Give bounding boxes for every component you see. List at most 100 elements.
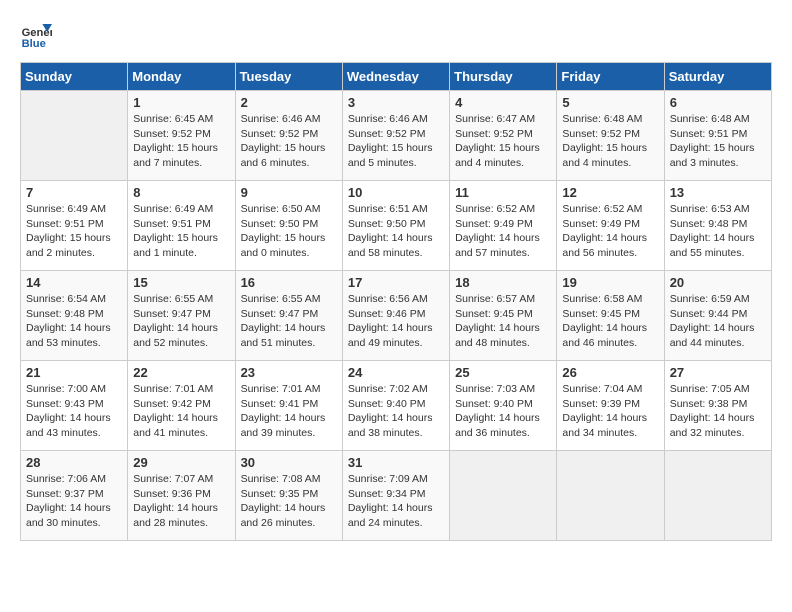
calendar-cell: 9 Sunrise: 6:50 AM Sunset: 9:50 PM Daylig… bbox=[235, 181, 342, 271]
calendar-cell: 16Sunrise: 6:55 AM Sunset: 9:47 PM Dayli… bbox=[235, 271, 342, 361]
day-info: Sunrise: 6:54 AM Sunset: 9:48 PM Dayligh… bbox=[26, 292, 122, 351]
day-info: Sunrise: 7:01 AM Sunset: 9:41 PM Dayligh… bbox=[241, 382, 337, 441]
calendar-cell: 8 Sunrise: 6:49 AM Sunset: 9:51 PM Daylig… bbox=[128, 181, 235, 271]
day-info: Sunrise: 6:49 AM Sunset: 9:51 PM Dayligh… bbox=[133, 202, 229, 261]
day-number: 26 bbox=[562, 365, 658, 380]
calendar-cell: 24Sunrise: 7:02 AM Sunset: 9:40 PM Dayli… bbox=[342, 361, 449, 451]
day-info: Sunrise: 7:05 AM Sunset: 9:38 PM Dayligh… bbox=[670, 382, 766, 441]
page-header: General Blue bbox=[20, 20, 772, 52]
day-info: Sunrise: 7:00 AM Sunset: 9:43 PM Dayligh… bbox=[26, 382, 122, 441]
calendar-cell: 6 Sunrise: 6:48 AM Sunset: 9:51 PM Daylig… bbox=[664, 91, 771, 181]
calendar-cell: 3 Sunrise: 6:46 AM Sunset: 9:52 PM Daylig… bbox=[342, 91, 449, 181]
day-number: 27 bbox=[670, 365, 766, 380]
day-number: 29 bbox=[133, 455, 229, 470]
day-number: 31 bbox=[348, 455, 444, 470]
logo-icon: General Blue bbox=[20, 20, 52, 52]
day-header-tuesday: Tuesday bbox=[235, 63, 342, 91]
day-info: Sunrise: 6:59 AM Sunset: 9:44 PM Dayligh… bbox=[670, 292, 766, 351]
calendar-cell: 25 Sunrise: 7:03 AM Sunset: 9:40 PM Dayli… bbox=[450, 361, 557, 451]
day-info: Sunrise: 7:09 AM Sunset: 9:34 PM Dayligh… bbox=[348, 472, 444, 531]
day-number: 25 bbox=[455, 365, 551, 380]
day-number: 11 bbox=[455, 185, 551, 200]
calendar-header-row: SundayMondayTuesdayWednesdayThursdayFrid… bbox=[21, 63, 772, 91]
day-info: Sunrise: 6:58 AM Sunset: 9:45 PM Dayligh… bbox=[562, 292, 658, 351]
week-row-2: 7 Sunrise: 6:49 AM Sunset: 9:51 PM Daylig… bbox=[21, 181, 772, 271]
calendar-cell: 23 Sunrise: 7:01 AM Sunset: 9:41 PM Dayli… bbox=[235, 361, 342, 451]
calendar-cell: 21Sunrise: 7:00 AM Sunset: 9:43 PM Dayli… bbox=[21, 361, 128, 451]
day-number: 5 bbox=[562, 95, 658, 110]
day-number: 23 bbox=[241, 365, 337, 380]
day-info: Sunrise: 6:52 AM Sunset: 9:49 PM Dayligh… bbox=[562, 202, 658, 261]
day-info: Sunrise: 6:49 AM Sunset: 9:51 PM Dayligh… bbox=[26, 202, 122, 261]
day-number: 22 bbox=[133, 365, 229, 380]
day-number: 4 bbox=[455, 95, 551, 110]
calendar-table: SundayMondayTuesdayWednesdayThursdayFrid… bbox=[20, 62, 772, 541]
day-number: 10 bbox=[348, 185, 444, 200]
day-info: Sunrise: 7:03 AM Sunset: 9:40 PM Dayligh… bbox=[455, 382, 551, 441]
calendar-cell: 31 Sunrise: 7:09 AM Sunset: 9:34 PM Dayli… bbox=[342, 451, 449, 541]
calendar-cell bbox=[557, 451, 664, 541]
day-number: 8 bbox=[133, 185, 229, 200]
day-number: 16 bbox=[241, 275, 337, 290]
day-header-saturday: Saturday bbox=[664, 63, 771, 91]
calendar-cell: 26 Sunrise: 7:04 AM Sunset: 9:39 PM Dayli… bbox=[557, 361, 664, 451]
day-number: 2 bbox=[241, 95, 337, 110]
day-info: Sunrise: 7:07 AM Sunset: 9:36 PM Dayligh… bbox=[133, 472, 229, 531]
day-number: 3 bbox=[348, 95, 444, 110]
calendar-cell: 18 Sunrise: 6:57 AM Sunset: 9:45 PM Dayli… bbox=[450, 271, 557, 361]
calendar-cell: 15 Sunrise: 6:55 AM Sunset: 9:47 PM Dayli… bbox=[128, 271, 235, 361]
day-info: Sunrise: 6:57 AM Sunset: 9:45 PM Dayligh… bbox=[455, 292, 551, 351]
calendar-cell: 22 Sunrise: 7:01 AM Sunset: 9:42 PM Dayli… bbox=[128, 361, 235, 451]
day-header-wednesday: Wednesday bbox=[342, 63, 449, 91]
day-info: Sunrise: 6:48 AM Sunset: 9:51 PM Dayligh… bbox=[670, 112, 766, 171]
week-row-5: 28Sunrise: 7:06 AM Sunset: 9:37 PM Dayli… bbox=[21, 451, 772, 541]
calendar-cell: 7 Sunrise: 6:49 AM Sunset: 9:51 PM Daylig… bbox=[21, 181, 128, 271]
day-info: Sunrise: 7:08 AM Sunset: 9:35 PM Dayligh… bbox=[241, 472, 337, 531]
calendar-cell: 17 Sunrise: 6:56 AM Sunset: 9:46 PM Dayli… bbox=[342, 271, 449, 361]
week-row-1: 1Sunrise: 6:45 AM Sunset: 9:52 PM Daylig… bbox=[21, 91, 772, 181]
day-info: Sunrise: 6:55 AM Sunset: 9:47 PM Dayligh… bbox=[133, 292, 229, 351]
day-number: 14 bbox=[26, 275, 122, 290]
calendar-cell: 1Sunrise: 6:45 AM Sunset: 9:52 PM Daylig… bbox=[128, 91, 235, 181]
calendar-body: 1Sunrise: 6:45 AM Sunset: 9:52 PM Daylig… bbox=[21, 91, 772, 541]
day-info: Sunrise: 6:47 AM Sunset: 9:52 PM Dayligh… bbox=[455, 112, 551, 171]
day-number: 9 bbox=[241, 185, 337, 200]
calendar-cell: 30 Sunrise: 7:08 AM Sunset: 9:35 PM Dayli… bbox=[235, 451, 342, 541]
day-number: 7 bbox=[26, 185, 122, 200]
calendar-cell: 20Sunrise: 6:59 AM Sunset: 9:44 PM Dayli… bbox=[664, 271, 771, 361]
day-header-friday: Friday bbox=[557, 63, 664, 91]
day-number: 18 bbox=[455, 275, 551, 290]
day-header-thursday: Thursday bbox=[450, 63, 557, 91]
calendar-cell: 11 Sunrise: 6:52 AM Sunset: 9:49 PM Dayli… bbox=[450, 181, 557, 271]
day-info: Sunrise: 7:04 AM Sunset: 9:39 PM Dayligh… bbox=[562, 382, 658, 441]
calendar-cell: 14 Sunrise: 6:54 AM Sunset: 9:48 PM Dayli… bbox=[21, 271, 128, 361]
day-info: Sunrise: 6:46 AM Sunset: 9:52 PM Dayligh… bbox=[241, 112, 337, 171]
day-number: 30 bbox=[241, 455, 337, 470]
day-info: Sunrise: 6:53 AM Sunset: 9:48 PM Dayligh… bbox=[670, 202, 766, 261]
day-number: 15 bbox=[133, 275, 229, 290]
calendar-cell: 12 Sunrise: 6:52 AM Sunset: 9:49 PM Dayli… bbox=[557, 181, 664, 271]
calendar-cell bbox=[664, 451, 771, 541]
day-info: Sunrise: 6:51 AM Sunset: 9:50 PM Dayligh… bbox=[348, 202, 444, 261]
week-row-4: 21Sunrise: 7:00 AM Sunset: 9:43 PM Dayli… bbox=[21, 361, 772, 451]
day-info: Sunrise: 6:50 AM Sunset: 9:50 PM Dayligh… bbox=[241, 202, 337, 261]
calendar-cell: 29 Sunrise: 7:07 AM Sunset: 9:36 PM Dayli… bbox=[128, 451, 235, 541]
day-info: Sunrise: 7:01 AM Sunset: 9:42 PM Dayligh… bbox=[133, 382, 229, 441]
calendar-cell: 4 Sunrise: 6:47 AM Sunset: 9:52 PM Daylig… bbox=[450, 91, 557, 181]
day-info: Sunrise: 7:02 AM Sunset: 9:40 PM Dayligh… bbox=[348, 382, 444, 441]
calendar-cell: 27 Sunrise: 7:05 AM Sunset: 9:38 PM Dayli… bbox=[664, 361, 771, 451]
day-number: 6 bbox=[670, 95, 766, 110]
calendar-cell: 28Sunrise: 7:06 AM Sunset: 9:37 PM Dayli… bbox=[21, 451, 128, 541]
day-number: 17 bbox=[348, 275, 444, 290]
day-number: 13 bbox=[670, 185, 766, 200]
day-number: 12 bbox=[562, 185, 658, 200]
day-info: Sunrise: 6:48 AM Sunset: 9:52 PM Dayligh… bbox=[562, 112, 658, 171]
calendar-cell: 13 Sunrise: 6:53 AM Sunset: 9:48 PM Dayli… bbox=[664, 181, 771, 271]
day-info: Sunrise: 6:56 AM Sunset: 9:46 PM Dayligh… bbox=[348, 292, 444, 351]
day-number: 28 bbox=[26, 455, 122, 470]
day-info: Sunrise: 6:46 AM Sunset: 9:52 PM Dayligh… bbox=[348, 112, 444, 171]
week-row-3: 14 Sunrise: 6:54 AM Sunset: 9:48 PM Dayli… bbox=[21, 271, 772, 361]
day-info: Sunrise: 6:45 AM Sunset: 9:52 PM Dayligh… bbox=[133, 112, 229, 171]
logo: General Blue bbox=[20, 20, 56, 52]
day-info: Sunrise: 6:52 AM Sunset: 9:49 PM Dayligh… bbox=[455, 202, 551, 261]
